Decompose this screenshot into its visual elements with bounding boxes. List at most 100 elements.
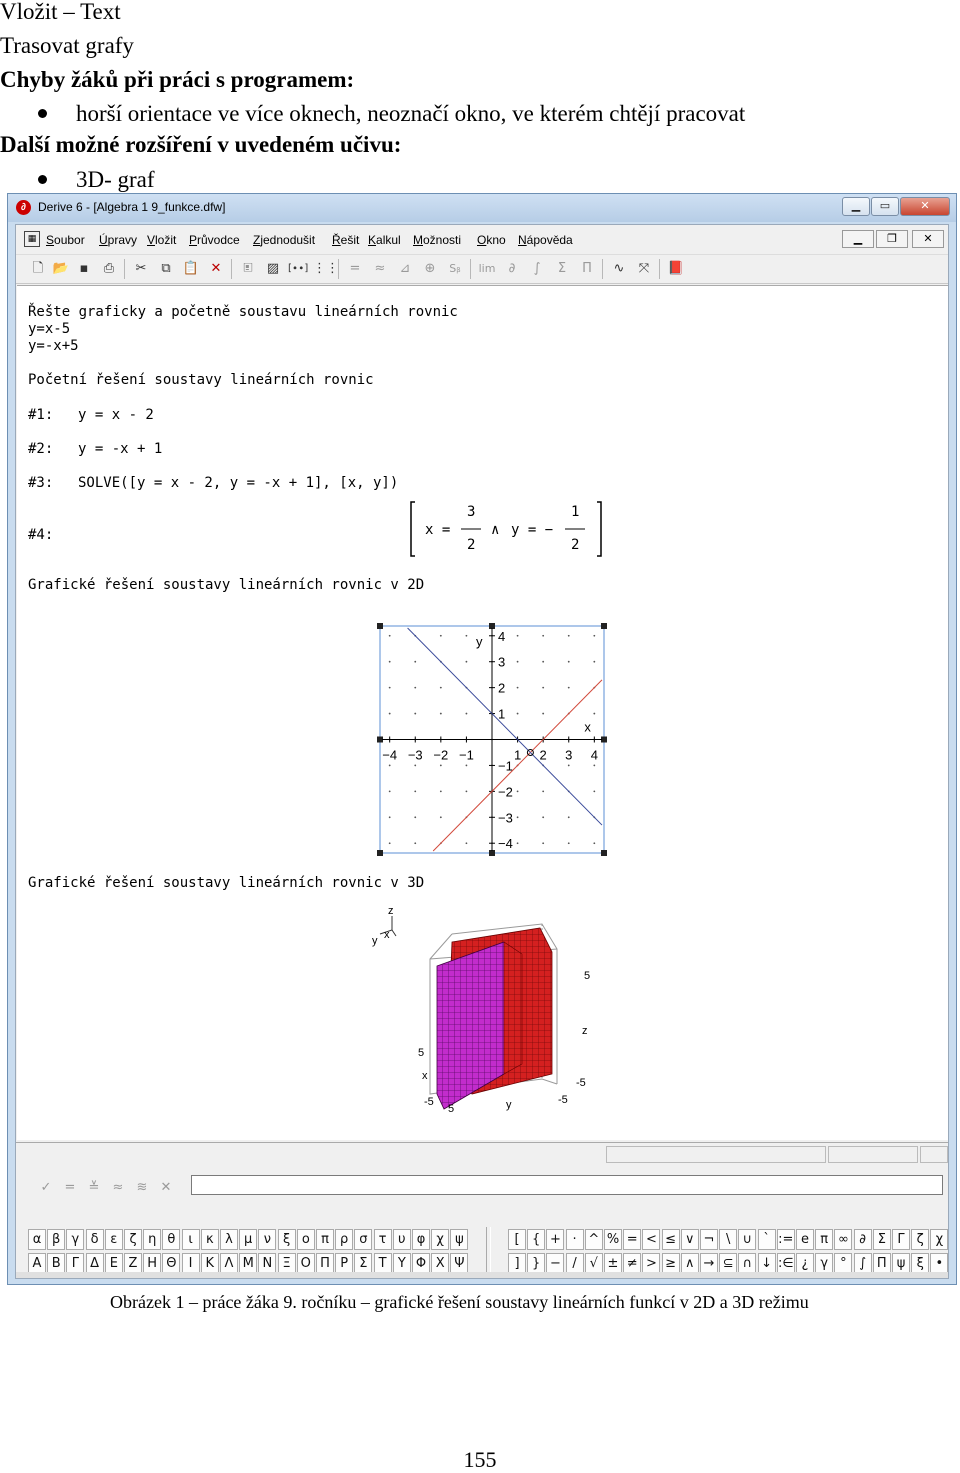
symbol-button[interactable]: ψ	[892, 1253, 910, 1274]
symbol-button[interactable]: ∧	[680, 1253, 699, 1274]
symbol-button[interactable]: ↓	[757, 1253, 776, 1274]
symbol-button[interactable]: Σ	[872, 1229, 891, 1250]
palette-divider[interactable]	[486, 1227, 491, 1273]
equals-icon[interactable]: =	[345, 259, 365, 279]
symbol-button[interactable]: ¿	[796, 1253, 814, 1274]
symbol-button[interactable]: η	[143, 1229, 162, 1250]
menu-pruvodce[interactable]: Průvodce	[189, 233, 240, 247]
integral-icon[interactable]: ∫	[527, 259, 547, 279]
symbol-button[interactable]: ∂	[853, 1229, 872, 1250]
copy-icon[interactable]: ⧉	[156, 259, 176, 279]
menu-okno[interactable]: Okno	[477, 233, 506, 247]
symbol-button[interactable]: χ	[431, 1229, 450, 1250]
symbol-button[interactable]: Ρ	[335, 1253, 354, 1274]
symbol-button[interactable]: ζ	[911, 1229, 930, 1250]
symbol-button[interactable]: Μ	[239, 1253, 258, 1274]
substitute-icon[interactable]: Sᵦ	[445, 259, 465, 279]
symbol-button[interactable]: Ι	[181, 1253, 200, 1274]
symbol-button[interactable]: π	[815, 1229, 834, 1250]
symbol-button[interactable]: +	[546, 1229, 565, 1250]
symbol-button[interactable]: ∨	[680, 1229, 699, 1250]
algebra-worksheet[interactable]: Řešte graficky a početně soustavu lineár…	[17, 285, 948, 1140]
symbol-button[interactable]: ξ	[277, 1229, 296, 1250]
symbol-button[interactable]: ∞	[834, 1229, 853, 1250]
zoom-icon[interactable]: ⊕	[420, 259, 440, 279]
symbol-button[interactable]: ∫	[853, 1253, 872, 1274]
symbol-button[interactable]: ]	[508, 1253, 526, 1274]
symbol-button[interactable]: γ	[66, 1229, 85, 1250]
menu-moznosti[interactable]: Možnosti	[413, 233, 461, 247]
symbol-button[interactable]: [	[508, 1229, 526, 1250]
symbol-button[interactable]: Υ	[392, 1253, 411, 1274]
menu-kalkul[interactable]: Kalkul	[368, 233, 401, 247]
minimize-button[interactable]: ▁	[842, 197, 870, 216]
expression-3[interactable]: SOLVE([y = x - 2, y = -x + 1], [x, y])	[78, 475, 398, 492]
symbol-button[interactable]: υ	[392, 1229, 411, 1250]
symbol-button[interactable]: ζ	[124, 1229, 142, 1250]
symbol-button[interactable]: ≤	[661, 1229, 680, 1250]
symbol-button[interactable]: >	[642, 1253, 661, 1274]
save-icon[interactable]: ▪	[74, 259, 94, 279]
open-folder-icon[interactable]: 📂	[51, 259, 71, 279]
solve-icon[interactable]: ⊿	[395, 259, 415, 279]
derivative-icon[interactable]: ∂	[502, 259, 522, 279]
delete-icon[interactable]: ✕	[206, 259, 226, 279]
symbol-button[interactable]: ψ	[450, 1229, 469, 1250]
equation-1-text[interactable]: y=x-5	[28, 321, 70, 338]
maximize-button[interactable]: ▭	[871, 197, 899, 216]
symbol-button[interactable]: Τ	[373, 1253, 392, 1274]
expression-input[interactable]	[191, 1175, 943, 1195]
close-button[interactable]: ✕	[900, 197, 950, 216]
symbol-button[interactable]: =	[623, 1229, 642, 1250]
symbol-button[interactable]: Ξ	[277, 1253, 296, 1274]
symbol-button[interactable]: Η	[143, 1253, 162, 1274]
symbol-button[interactable]: :=	[776, 1229, 795, 1250]
3d-plot-icon[interactable]: ⤧	[634, 259, 654, 279]
symbol-button[interactable]: ±	[604, 1253, 622, 1274]
symbol-button[interactable]: Α	[28, 1253, 46, 1274]
insert-picture-icon[interactable]: ▨	[263, 259, 283, 279]
symbol-button[interactable]: Π	[316, 1253, 334, 1274]
menu-napoveda[interactable]: Nápověda	[518, 233, 573, 247]
symbol-button[interactable]: Ο	[296, 1253, 315, 1274]
symbol-button[interactable]: Ψ	[450, 1253, 469, 1274]
symbol-button[interactable]: ≠	[623, 1253, 642, 1274]
symbol-button[interactable]: κ	[200, 1229, 219, 1250]
symbol-button[interactable]: ο	[296, 1229, 315, 1250]
product-icon[interactable]: Π	[577, 259, 597, 279]
simplify-icon[interactable]: ≚	[86, 1180, 102, 1196]
symbol-button[interactable]: α	[28, 1229, 46, 1250]
symbol-button[interactable]: Ε	[104, 1253, 123, 1274]
symbol-button[interactable]: <	[642, 1229, 661, 1250]
symbol-button[interactable]: ∩	[738, 1253, 757, 1274]
sum-icon[interactable]: Σ	[552, 259, 572, 279]
symbol-button[interactable]: ·	[565, 1229, 584, 1250]
menu-resit[interactable]: Řešit	[332, 233, 359, 247]
symbol-button[interactable]: Χ	[431, 1253, 450, 1274]
approximate-icon[interactable]: ≋	[134, 1180, 150, 1196]
symbol-button[interactable]: ^	[584, 1229, 603, 1250]
symbol-button[interactable]: {	[527, 1229, 546, 1250]
symbol-button[interactable]: γ	[815, 1253, 834, 1274]
horizontal-scrollbar[interactable]	[16, 1272, 948, 1278]
symbol-button[interactable]: τ	[373, 1229, 392, 1250]
symbol-button[interactable]: Ν	[258, 1253, 277, 1274]
section-2d[interactable]: Grafické řešení soustavy lineárních rovn…	[28, 577, 424, 594]
symbol-button[interactable]: ι	[181, 1229, 200, 1250]
symbol-button[interactable]: ν	[258, 1229, 277, 1250]
solution-expression[interactable]: x = 3 2 ∧ y = − 1 2	[407, 498, 607, 560]
cancel-icon[interactable]: ✕	[158, 1180, 174, 1196]
symbol-button[interactable]: Π	[872, 1253, 891, 1274]
symbol-button[interactable]: λ	[220, 1229, 238, 1250]
check-icon[interactable]: ✓	[38, 1180, 54, 1196]
symbol-button[interactable]: →	[700, 1253, 718, 1274]
symbol-button[interactable]: −	[546, 1253, 565, 1274]
symbol-button[interactable]: ≥	[661, 1253, 680, 1274]
symbol-button[interactable]: Γ	[892, 1229, 910, 1250]
symbol-button[interactable]: θ	[162, 1229, 181, 1250]
paste-icon[interactable]: 📋	[181, 259, 201, 279]
symbol-button[interactable]: δ	[85, 1229, 104, 1250]
2d-plot-icon[interactable]: ∿	[609, 259, 629, 279]
vector-icon[interactable]: [∙∙]	[288, 259, 308, 279]
menu-vlozit[interactable]: Vložit	[147, 233, 176, 247]
